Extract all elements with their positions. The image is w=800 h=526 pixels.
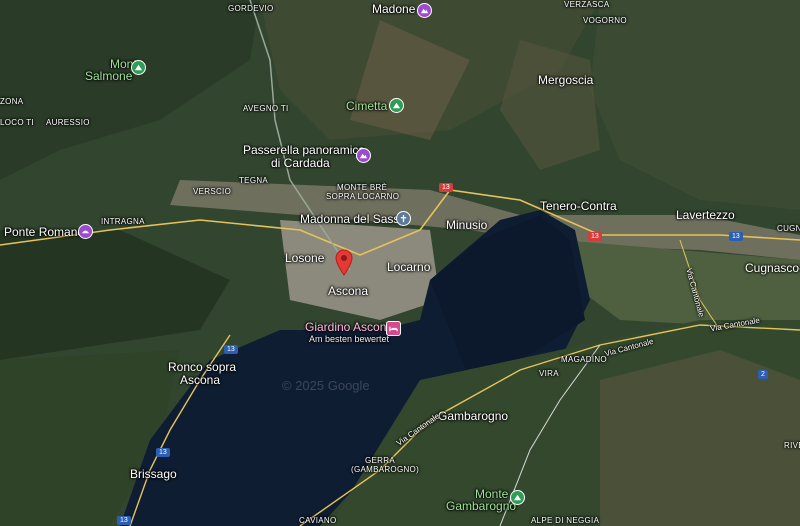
label-magadino: MAGADINO [561,355,607,364]
label-ascona[interactable]: Ascona [328,284,368,299]
label-vira: VIRA [539,369,559,378]
label-tegna: TEGNA [239,176,269,185]
label-madone[interactable]: Madone [372,2,415,17]
label-mergoscia[interactable]: Mergoscia [538,73,593,88]
route-badge-13-tenero: 13 [588,232,602,241]
label-loco: LOCO TI [0,118,34,127]
label-gordevio: GORDEVIO [228,4,274,13]
label-alpe-di-neggia: ALPE DI NEGGIA [531,516,600,525]
label-avegno: AVEGNO TI [243,104,289,113]
label-verscio: VERSCIO [193,187,232,196]
label-cugnasco[interactable]: Cugnasco-G [745,261,800,276]
label-cimetta[interactable]: Cimetta [346,99,387,114]
label-gerra-2: (GAMBAROGNO) [351,465,420,474]
label-monte-bre-1: MONTE BRÈ [337,183,388,192]
route-badge-13-north: 13 [439,183,453,192]
label-giardino-ascona[interactable]: Giardino Ascona [305,320,393,335]
map-watermark: © 2025 Google [282,378,370,393]
label-verzasca: VERZASCA [564,0,610,9]
label-monte-bre-2: SOPRA LOCARNO [326,192,400,201]
label-auressio: AURESSIO [46,118,90,127]
hotel-icon[interactable] [386,321,401,336]
church-icon[interactable] [396,211,411,226]
label-cugn: CUGN [777,224,800,233]
monte-gambarogno-peak-icon[interactable] [510,490,525,505]
label-vogorno: VOGORNO [583,16,627,25]
label-lavertezzo[interactable]: Lavertezzo [676,208,735,223]
label-passerella-2[interactable]: di Cardada [271,156,330,171]
label-ronco-2[interactable]: Ascona [180,373,220,388]
label-gambarogno[interactable]: Gambarogno [438,409,508,424]
monte-salmone-peak-icon[interactable] [131,60,146,75]
label-rive: RIVE [784,441,800,450]
label-monte-gambarogno-2[interactable]: Gambarogno [446,499,516,514]
label-caviano: CAVIANO [299,516,337,525]
label-intragna: INTRAGNA [101,217,145,226]
label-zona: ZONA [0,97,24,106]
label-tenero-contra[interactable]: Tenero-Contra [540,199,617,214]
map-view[interactable]: © 2025 Google GORDEVIO VERZASCA VOGORNO … [0,0,800,526]
route-badge-13-east: 13 [729,232,743,241]
label-minusio[interactable]: Minusio [446,218,487,233]
route-badge-13-ascona: 13 [224,345,238,354]
cimetta-peak-icon[interactable] [389,98,404,113]
label-losone[interactable]: Losone [285,251,324,266]
label-monte-salmone-2[interactable]: Salmone [85,69,132,84]
label-brissago[interactable]: Brissago [130,467,177,482]
location-pin-icon[interactable] [334,248,354,276]
madone-poi-icon[interactable] [417,3,432,18]
route-badge-13-south: 13 [117,516,131,525]
route-badge-2: 2 [758,370,768,379]
passerella-poi-icon[interactable] [356,148,371,163]
ponte-romano-poi-icon[interactable] [78,224,93,239]
label-ponte-romano[interactable]: Ponte Romano [4,225,84,240]
route-badge-13-brissago: 13 [156,448,170,457]
label-locarno[interactable]: Locarno [387,260,430,275]
label-madonna-del-sasso[interactable]: Madonna del Sasso [300,212,406,227]
label-giardino-rating: Am besten bewertet [309,334,390,344]
label-gerra-1: GERRA [365,456,395,465]
